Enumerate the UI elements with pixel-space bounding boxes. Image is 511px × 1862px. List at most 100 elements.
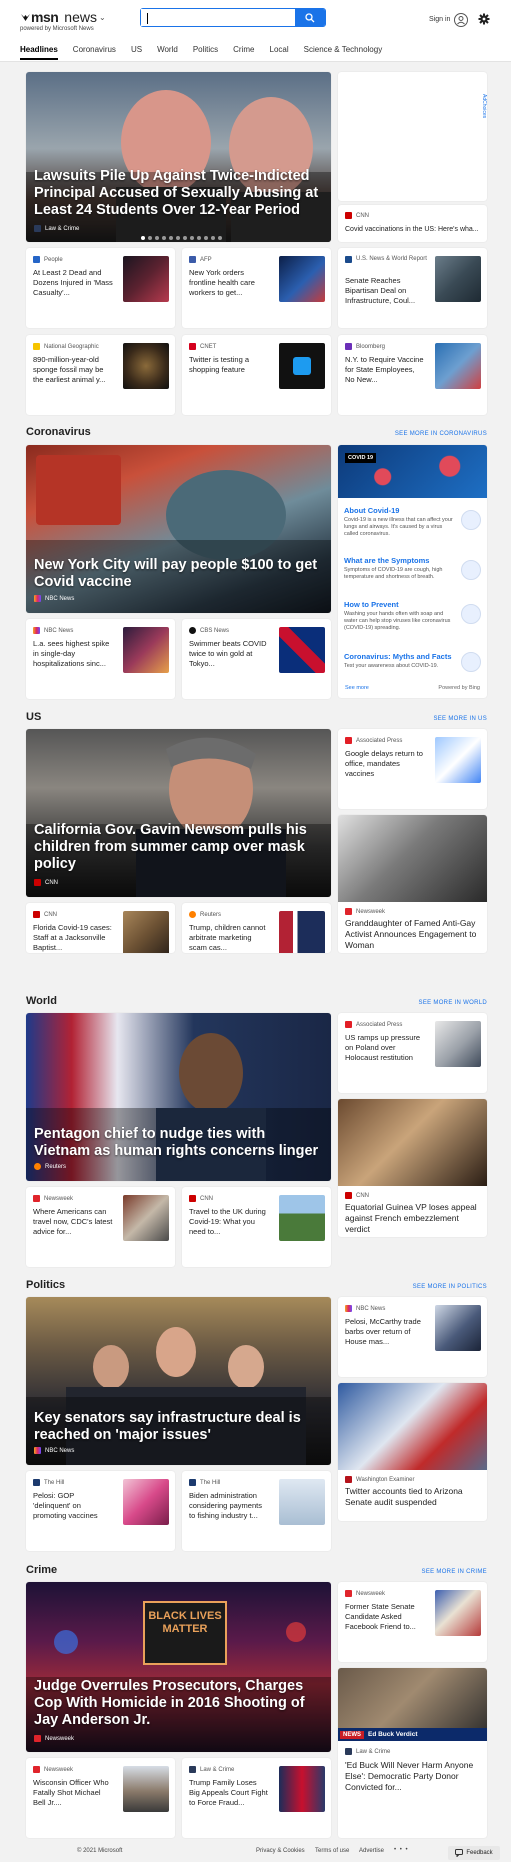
news-card-title[interactable]: N.Y. to Require Vaccine for State Employ… bbox=[345, 355, 425, 385]
see-more-crime-link[interactable]: SEE MORE IN CRIME bbox=[422, 1569, 487, 1575]
hero-headline[interactable]: Key senators say infrastructure deal is … bbox=[34, 1410, 323, 1444]
chevron-down-icon[interactable]: ⌄ bbox=[99, 13, 106, 22]
hero-headline[interactable]: California Gov. Gavin Newsom pulls his c… bbox=[34, 822, 323, 873]
see-more-politics-link[interactable]: SEE MORE IN POLITICS bbox=[413, 1284, 487, 1290]
news-card-title[interactable]: Biden administration considering payment… bbox=[189, 1491, 269, 1521]
news-card-title[interactable]: Twitter is testing a shopping feature bbox=[189, 355, 269, 375]
news-card[interactable]: CBS News Swimmer beats COVID twice to wi… bbox=[182, 619, 331, 699]
news-card[interactable]: The Hill Pelosi: GOP 'delinquent' on pro… bbox=[26, 1471, 175, 1551]
sign-in-link[interactable]: Sign in bbox=[429, 16, 450, 23]
news-card[interactable]: People At Least 2 Dead and Dozens Injure… bbox=[26, 248, 175, 328]
ad-choices-label[interactable]: AdChoices bbox=[481, 94, 487, 118]
news-card-title[interactable]: Wisconsin Officer Who Fatally Shot Micha… bbox=[33, 1778, 113, 1808]
news-card-title[interactable]: Pelosi, McCarthy trade barbs over return… bbox=[345, 1317, 425, 1347]
right-news-card[interactable]: CNN Covid vaccinations in the US: Here's… bbox=[338, 205, 487, 242]
news-card-title[interactable]: Trump, children cannot arbitrate marketi… bbox=[189, 923, 269, 953]
news-card-title[interactable]: L.a. sees highest spike in single-day ho… bbox=[33, 639, 113, 669]
news-card[interactable]: AFP New York orders frontline health car… bbox=[182, 248, 331, 328]
news-card[interactable]: CNN Travel to the UK during Covid-19: Wh… bbox=[182, 1187, 331, 1267]
news-card[interactable]: National Geographic 890-million-year-old… bbox=[26, 335, 175, 415]
news-card-title[interactable]: Senate Reaches Bipartisan Deal on Infras… bbox=[345, 276, 425, 306]
news-card-title[interactable]: Trump Family Loses Big Appeals Court Fig… bbox=[189, 1778, 269, 1808]
nav-world[interactable]: World bbox=[157, 45, 178, 60]
hero-headline[interactable]: Pentagon chief to nudge ties with Vietna… bbox=[34, 1126, 323, 1160]
carousel-dots[interactable] bbox=[141, 236, 222, 240]
news-card-title[interactable]: Equatorial Guinea VP loses appeal agains… bbox=[345, 1202, 483, 1235]
news-card-title[interactable]: Twitter accounts tied to Arizona Senate … bbox=[345, 1486, 483, 1508]
news-card-title[interactable]: Google delays return to office, mandates… bbox=[345, 749, 425, 779]
news-card-large[interactable]: Washington Examiner Twitter accounts tie… bbox=[338, 1383, 487, 1521]
news-card[interactable]: Bloomberg N.Y. to Require Vaccine for St… bbox=[338, 335, 487, 415]
covid-info-widget: COVID 19 About Covid-19 Covid-19 is a new… bbox=[338, 445, 487, 698]
search-input[interactable] bbox=[141, 9, 295, 26]
news-card-title[interactable]: Granddaughter of Famed Anti-Gay Activist… bbox=[345, 918, 483, 951]
top-hero-card[interactable]: Lawsuits Pile Up Against Twice-Indicted … bbox=[26, 72, 331, 242]
news-card-title[interactable]: Pelosi: GOP 'delinquent' on promoting va… bbox=[33, 1491, 113, 1521]
footer-link-terms[interactable]: Terms of use bbox=[315, 1848, 349, 1854]
news-thumbnail bbox=[123, 1766, 169, 1812]
nav-local[interactable]: Local bbox=[270, 45, 289, 60]
nav-coronavirus[interactable]: Coronavirus bbox=[73, 45, 116, 60]
more-options-icon[interactable]: • • • bbox=[394, 1847, 409, 1853]
news-card-title[interactable]: Florida Covid-19 cases: Staff at a Jacks… bbox=[33, 923, 113, 953]
nav-science-technology[interactable]: Science & Technology bbox=[304, 45, 383, 60]
see-more-world-link[interactable]: SEE MORE IN WORLD bbox=[419, 1000, 487, 1006]
news-card-title[interactable]: Former State Senate Candidate Asked Face… bbox=[345, 1602, 425, 1632]
news-card[interactable]: CNN Florida Covid-19 cases: Staff at a J… bbox=[26, 903, 175, 953]
news-card[interactable]: The Hill Biden administration considerin… bbox=[182, 1471, 331, 1551]
news-card-title[interactable]: Where Americans can travel now, CDC's la… bbox=[33, 1207, 113, 1237]
news-card[interactable]: CNET Twitter is testing a shopping featu… bbox=[182, 335, 331, 415]
news-card-title[interactable]: Swimmer beats COVID twice to win gold at… bbox=[189, 639, 269, 669]
msn-news-logo[interactable]: msn news ⌄ powered by Microsoft News bbox=[20, 9, 106, 32]
news-card[interactable]: U.S. News & World Report Senate Reaches … bbox=[338, 248, 487, 328]
ad-card[interactable]: AdChoices bbox=[338, 72, 487, 201]
news-card[interactable]: Newsweek Wisconsin Officer Who Fatally S… bbox=[26, 1758, 175, 1838]
news-card[interactable]: Law & Crime Trump Family Loses Big Appea… bbox=[182, 1758, 331, 1838]
news-card-large[interactable]: NEWS Ed Buck Verdict Law & Crime 'Ed Buc… bbox=[338, 1668, 487, 1838]
news-card[interactable]: NBC News L.a. sees highest spike in sing… bbox=[26, 619, 175, 699]
hero-headline[interactable]: Judge Overrules Prosecutors, Charges Cop… bbox=[34, 1678, 323, 1729]
news-card-title[interactable]: 890-million-year-old sponge fossil may b… bbox=[33, 355, 113, 385]
news-card-title[interactable]: Travel to the UK during Covid-19: What y… bbox=[189, 1207, 269, 1237]
coronavirus-hero-card[interactable]: New York City will pay people $100 to ge… bbox=[26, 445, 331, 613]
see-more-coronavirus-link[interactable]: SEE MORE IN CORONAVIRUS bbox=[395, 431, 487, 437]
nav-politics[interactable]: Politics bbox=[193, 45, 218, 60]
news-card[interactable]: Associated Press US ramps up pressure on… bbox=[338, 1013, 487, 1093]
us-hero-card[interactable]: California Gov. Gavin Newsom pulls his c… bbox=[26, 729, 331, 897]
covid-item-myths[interactable]: Coronavirus: Myths and Facts Test your aw… bbox=[344, 652, 481, 672]
gear-icon[interactable] bbox=[478, 13, 490, 25]
covid-see-more-link[interactable]: See more bbox=[345, 685, 369, 691]
news-card-large[interactable]: CNN Equatorial Guinea VP loses appeal ag… bbox=[338, 1099, 487, 1237]
news-card-large[interactable]: Newsweek Granddaughter of Famed Anti-Gay… bbox=[338, 815, 487, 953]
news-card-title[interactable]: US ramps up pressure on Poland over Holo… bbox=[345, 1033, 425, 1063]
news-image bbox=[338, 1383, 487, 1470]
news-card[interactable]: NBC News Pelosi, McCarthy trade barbs ov… bbox=[338, 1297, 487, 1377]
footer-link-privacy[interactable]: Privacy & Cookies bbox=[256, 1848, 305, 1854]
covid-item-prevent[interactable]: How to Prevent Washing your hands often w… bbox=[344, 600, 481, 632]
news-card[interactable]: Newsweek Former State Senate Candidate A… bbox=[338, 1582, 487, 1662]
crime-hero-card[interactable]: BLACK LIVES MATTER Judge Overrules Prose… bbox=[26, 1582, 331, 1752]
covid-item-symptoms[interactable]: What are the Symptoms Symptoms of COVID-1… bbox=[344, 556, 481, 581]
right-card-title[interactable]: Covid vaccinations in the US: Here's wha… bbox=[345, 225, 479, 235]
news-card[interactable]: Reuters Trump, children cannot arbitrate… bbox=[182, 903, 331, 953]
covid-item-about[interactable]: About Covid-19 Covid-19 is a new illness … bbox=[344, 506, 481, 538]
news-card[interactable]: Associated Press Google delays return to… bbox=[338, 729, 487, 809]
news-card[interactable]: Newsweek Where Americans can travel now,… bbox=[26, 1187, 175, 1267]
news-card-title[interactable]: At Least 2 Dead and Dozens Injured in 'M… bbox=[33, 268, 113, 298]
nav-crime[interactable]: Crime bbox=[233, 45, 254, 60]
hero-headline[interactable]: New York City will pay people $100 to ge… bbox=[34, 557, 323, 591]
politics-hero-card[interactable]: Key senators say infrastructure deal is … bbox=[26, 1297, 331, 1465]
nav-us[interactable]: US bbox=[131, 45, 142, 60]
world-hero-card[interactable]: Pentagon chief to nudge ties with Vietna… bbox=[26, 1013, 331, 1181]
user-avatar-icon[interactable] bbox=[454, 13, 468, 27]
see-more-us-link[interactable]: SEE MORE IN US bbox=[433, 716, 487, 722]
footer-link-advertise[interactable]: Advertise bbox=[359, 1848, 384, 1854]
search-button[interactable] bbox=[295, 9, 325, 26]
powered-by-bing: Powered by Bing bbox=[438, 685, 480, 691]
news-card-title[interactable]: 'Ed Buck Will Never Harm Anyone Else': D… bbox=[345, 1760, 483, 1793]
news-card-title[interactable]: New York orders frontline health care wo… bbox=[189, 268, 269, 298]
hero-headline[interactable]: Lawsuits Pile Up Against Twice-Indicted … bbox=[34, 168, 323, 219]
search-box[interactable] bbox=[140, 8, 326, 27]
feedback-button[interactable]: Feedback bbox=[448, 1846, 500, 1860]
nav-headlines[interactable]: Headlines bbox=[20, 45, 58, 60]
